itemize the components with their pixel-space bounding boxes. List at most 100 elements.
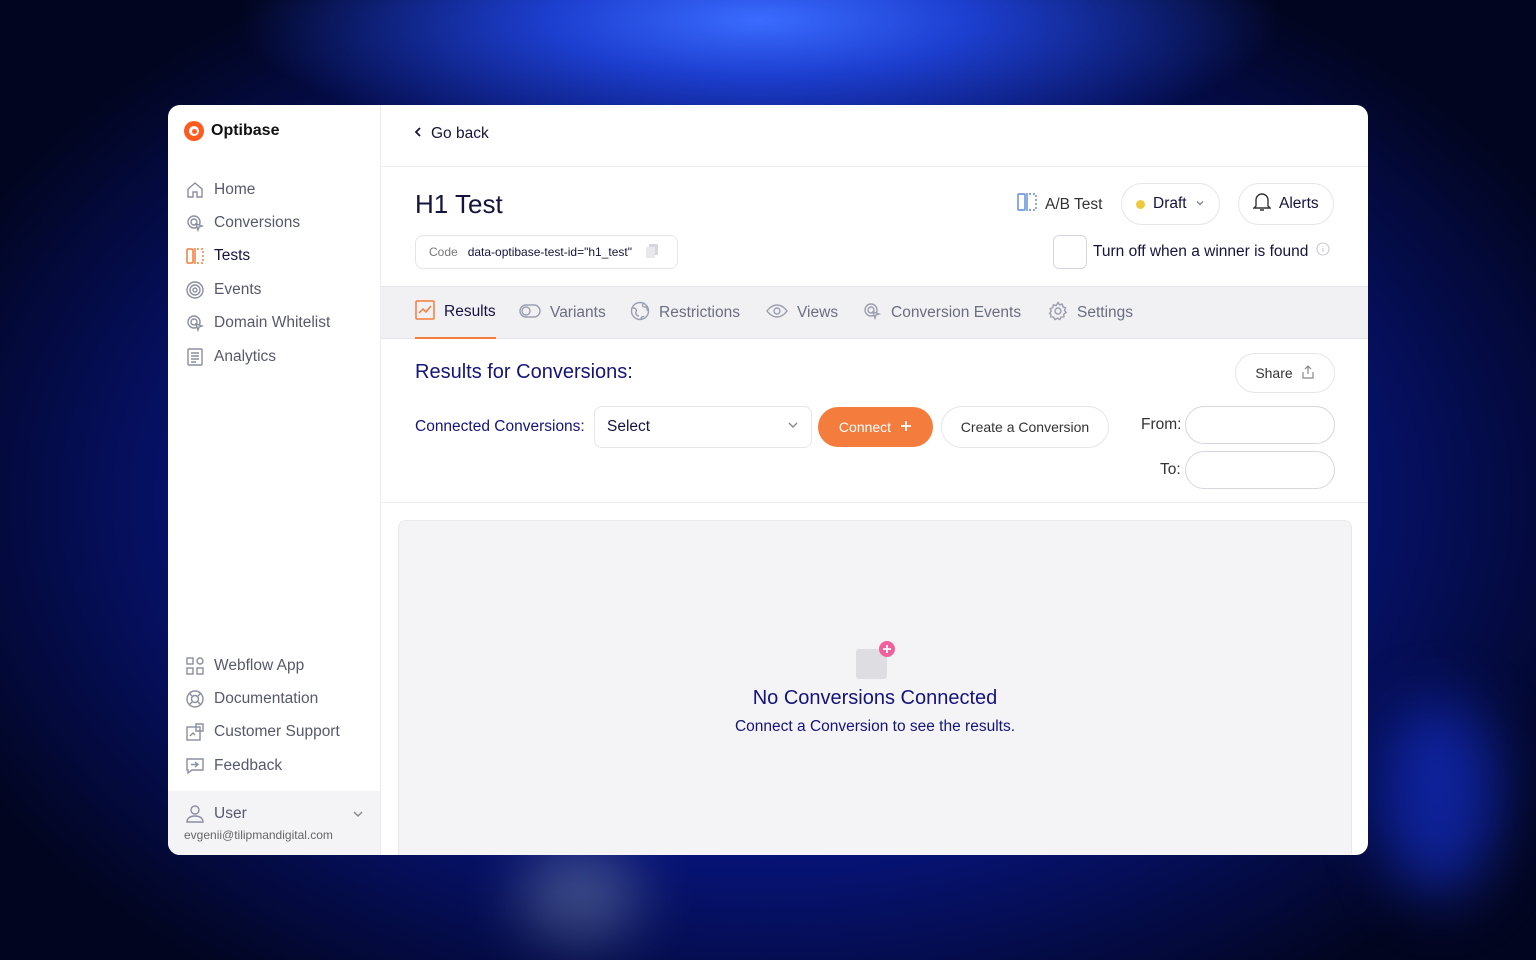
divider [381, 166, 1368, 167]
tab-conversion-events[interactable]: Conversion Events [862, 287, 1021, 339]
brand-name: Optibase [211, 122, 280, 139]
sidebar-item-tests[interactable]: Tests [184, 240, 374, 273]
add-document-icon [856, 640, 896, 680]
go-back-label: Go back [431, 125, 489, 142]
sidebar-item-label: Events [214, 280, 262, 298]
code-snippet: Code data-optibase-test-id="h1_test" [415, 235, 678, 269]
chevron-down-icon [787, 418, 799, 436]
eye-icon [766, 303, 788, 323]
empty-title: No Conversions Connected [752, 687, 998, 709]
share-icon [1301, 364, 1315, 382]
user-name: User [214, 804, 247, 822]
sidebar-item-label: Customer Support [214, 723, 340, 741]
page-title: H1 Test [415, 189, 503, 219]
tab-views[interactable]: Views [766, 287, 838, 339]
sidebar-item-label: Domain Whitelist [214, 314, 331, 332]
tab-restrictions[interactable]: Restrictions [630, 287, 740, 339]
test-type: A/B Test [1017, 193, 1102, 216]
sidebar: Optibase Home Conversions Tests Events D… [168, 105, 381, 855]
toggle-icon [519, 303, 541, 323]
chevron-down-icon [1195, 195, 1205, 213]
tab-bar: Results Variants Restrictions Views Conv… [381, 286, 1368, 339]
tab-label: Settings [1077, 304, 1134, 321]
document-icon [184, 346, 205, 367]
logo[interactable]: Optibase [184, 121, 279, 141]
tab-label: Conversion Events [891, 304, 1022, 321]
from-label: From: [1141, 416, 1182, 433]
chevron-down-icon[interactable] [352, 807, 364, 825]
alerts-label: Alerts [1279, 195, 1319, 212]
sidebar-item-label: Documentation [214, 690, 319, 708]
tab-label: Restrictions [659, 304, 740, 321]
tab-label: Views [797, 304, 839, 321]
sidebar-item-webflow-app[interactable]: Webflow App [184, 649, 374, 682]
tab-label: Variants [550, 304, 606, 321]
home-icon [184, 179, 205, 200]
from-date-input[interactable] [1185, 406, 1335, 444]
chart-icon [415, 299, 435, 325]
conversion-select[interactable]: Select [594, 406, 812, 448]
connect-button[interactable]: Connect [818, 407, 933, 447]
globe-icon [630, 301, 650, 326]
gear-icon [1048, 300, 1068, 326]
split-icon [1017, 193, 1037, 216]
status-label: Draft [1153, 195, 1187, 212]
sidebar-nav: Home Conversions Tests Events Domain Whi… [184, 173, 374, 373]
empty-subtitle: Connect a Conversion to see the results. [734, 718, 1015, 735]
code-label: Code [429, 245, 458, 259]
tab-settings[interactable]: Settings [1048, 287, 1133, 339]
sidebar-item-label: Analytics [214, 347, 277, 365]
select-value: Select [607, 418, 651, 435]
tab-label: Results [444, 303, 496, 320]
share-button[interactable]: Share [1235, 353, 1335, 393]
grid-icon [184, 655, 205, 676]
share-label: Share [1255, 365, 1293, 381]
sidebar-item-documentation[interactable]: Documentation [184, 682, 374, 715]
app-window: Optibase Home Conversions Tests Events D… [168, 105, 1368, 855]
copy-icon[interactable] [645, 243, 658, 261]
empty-state: No Conversions Connected Connect a Conve… [398, 520, 1352, 855]
sidebar-item-customer-support[interactable]: Customer Support [184, 716, 374, 749]
turn-off-label: Turn off when a winner is found [1093, 242, 1309, 260]
optibase-logo-icon [184, 121, 204, 141]
create-conversion-button[interactable]: Create a Conversion [941, 406, 1109, 448]
tab-variants[interactable]: Variants [519, 287, 606, 339]
user-icon [184, 803, 205, 824]
go-back-link[interactable]: Go back [413, 125, 489, 143]
bell-icon [1252, 192, 1272, 217]
divider [381, 502, 1368, 503]
test-type-label: A/B Test [1045, 195, 1103, 213]
split-icon [184, 246, 205, 267]
connect-label: Connect [838, 419, 892, 435]
sidebar-item-label: Conversions [214, 214, 301, 232]
cursor-click-icon [184, 313, 205, 334]
sidebar-item-conversions[interactable]: Conversions [184, 206, 374, 239]
sidebar-item-domain-whitelist[interactable]: Domain Whitelist [184, 307, 374, 340]
connected-conversions-label: Connected Conversions: [415, 418, 585, 435]
sidebar-item-events[interactable]: Events [184, 273, 374, 306]
lifebuoy-icon [184, 689, 205, 710]
turn-off-checkbox[interactable] [1053, 235, 1087, 269]
sidebar-item-analytics[interactable]: Analytics [184, 340, 374, 373]
to-label: To: [1160, 461, 1181, 478]
target-icon [184, 279, 205, 300]
tab-results[interactable]: Results [415, 287, 496, 339]
to-date-input[interactable] [1185, 451, 1335, 489]
main-content: Go back H1 Test Code data-optibase-test-… [381, 105, 1368, 855]
status-dot [1136, 199, 1145, 209]
sidebar-item-label: Feedback [214, 756, 283, 774]
user-menu[interactable]: User evgenii@tilipmandigital.com [168, 791, 380, 855]
status-dropdown[interactable]: Draft [1121, 183, 1220, 225]
info-icon[interactable] [1316, 242, 1330, 261]
code-value: data-optibase-test-id="h1_test" [467, 245, 632, 259]
sidebar-item-feedback[interactable]: Feedback [184, 749, 374, 782]
sidebar-bottom-nav: Webflow App Documentation Customer Suppo… [184, 649, 374, 783]
sidebar-item-label: Webflow App [214, 656, 305, 674]
feedback-icon [184, 755, 205, 776]
cursor-click-icon [184, 213, 205, 234]
results-title: Results for Conversions: [415, 361, 633, 383]
chevron-left-icon [413, 125, 423, 143]
alerts-button[interactable]: Alerts [1238, 183, 1334, 225]
turn-off-setting: Turn off when a winner is found [1093, 242, 1330, 261]
sidebar-item-home[interactable]: Home [184, 173, 374, 206]
